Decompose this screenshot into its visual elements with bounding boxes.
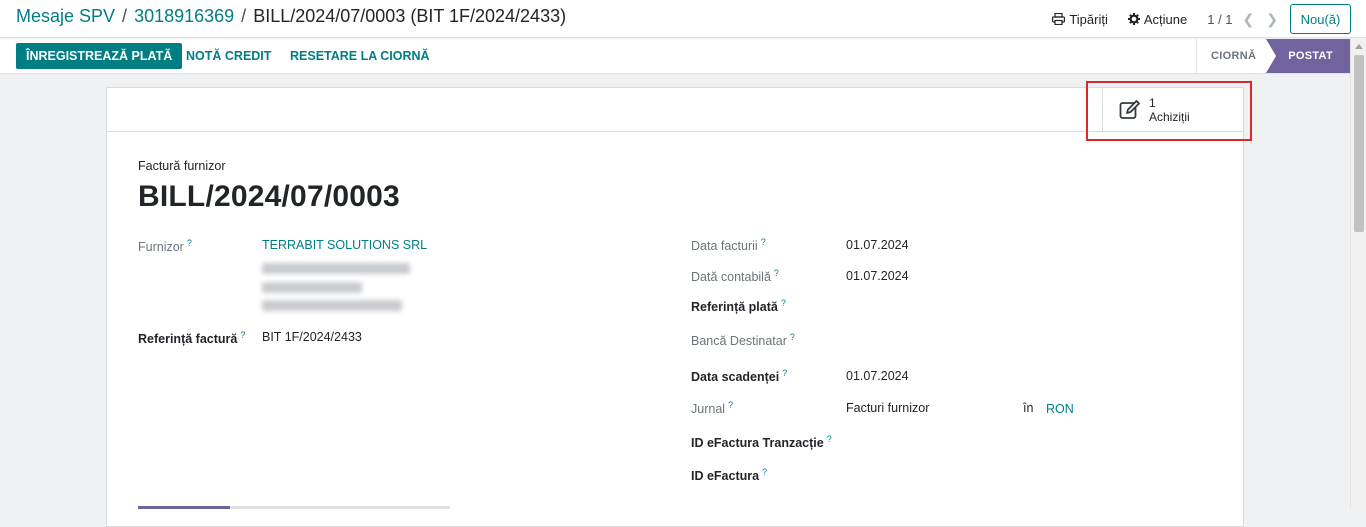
due-date-field[interactable]: 01.07.2024 xyxy=(846,369,909,383)
vendor-field[interactable]: TERRABIT SOLUTIONS SRL xyxy=(262,238,427,252)
status-bar: CIORNĂ POSTAT xyxy=(1196,39,1350,73)
help-icon[interactable]: ? xyxy=(790,332,795,342)
bill-reference-label: Referință factură? xyxy=(138,330,245,346)
currency-in-label: în xyxy=(1023,401,1034,415)
bill-reference-field[interactable]: BIT 1F/2024/2433 xyxy=(262,330,362,344)
chevron-right-icon[interactable]: ❯ xyxy=(1266,11,1278,28)
efactura-transaction-id-label-text: ID eFactura Tranzacție xyxy=(691,436,824,451)
chevron-left-icon[interactable]: ❮ xyxy=(1243,11,1255,28)
help-icon[interactable]: ? xyxy=(187,238,192,248)
accounting-date-label-text: Dată contabilă xyxy=(691,270,771,285)
vendor-label-text: Furnizor xyxy=(138,240,184,255)
highlight-box xyxy=(1086,81,1252,141)
control-bar: ÎNREGISTREAZĂ PLATĂ NOTĂ CREDIT RESETARE… xyxy=(0,39,1350,74)
action-button[interactable]: Acțiune xyxy=(1127,11,1188,27)
print-label: Tipăriți xyxy=(1069,11,1108,27)
due-date-label-text: Data scadenței xyxy=(691,370,780,385)
scroll-up-icon[interactable] xyxy=(1355,44,1363,49)
journal-field[interactable]: Facturi furnizor xyxy=(846,401,929,415)
help-icon[interactable]: ? xyxy=(782,368,787,378)
pager-value[interactable]: 1 / 1 xyxy=(1207,12,1232,27)
journal-label-text: Jurnal xyxy=(691,402,726,417)
recipient-bank-label: Bancă Destinatar? xyxy=(691,332,795,348)
help-icon[interactable]: ? xyxy=(240,330,245,340)
help-icon[interactable]: ? xyxy=(761,237,766,247)
payment-reference-label: Referință plată? xyxy=(691,298,786,314)
help-icon[interactable]: ? xyxy=(781,298,786,308)
breadcrumb-separator: / xyxy=(241,6,247,26)
vendor-address-line xyxy=(262,263,410,274)
bill-reference-label-text: Referință factură xyxy=(138,332,238,347)
scrollbar[interactable] xyxy=(1350,39,1366,509)
invoice-date-label: Data facturii? xyxy=(691,237,766,253)
new-button[interactable]: Nou(ă) xyxy=(1290,4,1351,34)
credit-note-button[interactable]: NOTĂ CREDIT xyxy=(186,43,271,69)
recipient-bank-label-text: Bancă Destinatar xyxy=(691,334,787,349)
invoice-date-label-text: Data facturii xyxy=(691,239,758,254)
status-draft[interactable]: CIORNĂ xyxy=(1196,39,1267,73)
top-bar: Mesaje SPV / 3018916369 / BILL/2024/07/0… xyxy=(0,0,1366,38)
breadcrumb: Mesaje SPV / 3018916369 / BILL/2024/07/0… xyxy=(16,6,566,27)
register-payment-button[interactable]: ÎNREGISTREAZĂ PLATĂ xyxy=(16,43,183,69)
document-type-label: Factură furnizor xyxy=(138,159,226,173)
vendor-address-line xyxy=(262,282,362,293)
help-icon[interactable]: ? xyxy=(762,467,767,477)
payment-reference-label-text: Referință plată xyxy=(691,300,778,315)
smart-button-box: 1 Achiziții xyxy=(107,88,1243,132)
efactura-id-label: ID eFactura? xyxy=(691,467,767,483)
vendor-address-line xyxy=(262,300,402,311)
reset-to-draft-button[interactable]: RESETARE LA CIORNĂ xyxy=(290,43,430,69)
invoice-date-field[interactable]: 01.07.2024 xyxy=(846,238,909,252)
gear-icon xyxy=(1127,13,1140,25)
due-date-label: Data scadenței? xyxy=(691,368,787,384)
accounting-date-label: Dată contabilă? xyxy=(691,268,779,284)
currency-field[interactable]: RON xyxy=(1046,402,1074,416)
help-icon[interactable]: ? xyxy=(827,434,832,444)
help-icon[interactable]: ? xyxy=(728,400,733,410)
scrollbar-thumb[interactable] xyxy=(1354,55,1364,232)
page-title: BILL/2024/07/0003 xyxy=(138,180,400,213)
efactura-id-label-text: ID eFactura xyxy=(691,469,760,484)
efactura-transaction-id-label: ID eFactura Tranzacție? xyxy=(691,434,832,450)
breadcrumb-item-message[interactable]: 3018916369 xyxy=(134,6,234,27)
help-icon[interactable]: ? xyxy=(774,268,779,278)
action-label: Acțiune xyxy=(1143,11,1188,27)
status-posted[interactable]: POSTAT xyxy=(1266,39,1350,73)
vendor-label: Furnizor? xyxy=(138,238,192,254)
journal-label: Jurnal? xyxy=(691,400,733,416)
accounting-date-field[interactable]: 01.07.2024 xyxy=(846,269,909,283)
printer-icon xyxy=(1052,13,1066,25)
breadcrumb-item-mesaje-spv[interactable]: Mesaje SPV xyxy=(16,6,115,27)
top-actions: Tipăriți Acțiune 1 / 1 ❮ ❯ Nou(ă) xyxy=(1052,0,1366,38)
print-button[interactable]: Tipăriți xyxy=(1052,12,1108,27)
breadcrumb-current: BILL/2024/07/0003 (BIT 1F/2024/2433) xyxy=(253,6,567,26)
breadcrumb-separator: / xyxy=(122,6,128,26)
